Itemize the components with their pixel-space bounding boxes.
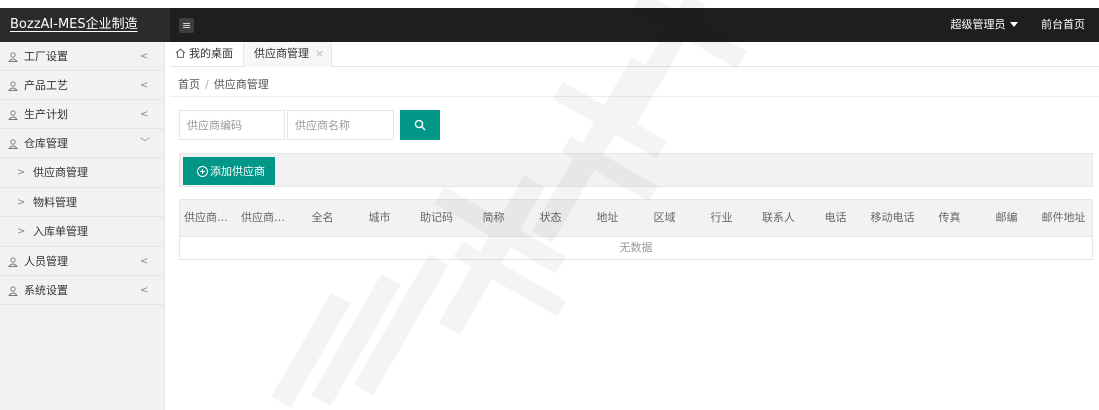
chevron-left-icon: < <box>140 80 149 91</box>
user-icon <box>8 52 18 62</box>
column-header-address[interactable]: 地址 <box>579 200 636 236</box>
chevron-left-icon: < <box>140 284 149 296</box>
close-icon[interactable]: × <box>315 47 324 60</box>
search-icon <box>414 119 426 131</box>
breadcrumb-separator: / <box>205 78 209 91</box>
column-header-region[interactable]: 区域 <box>636 200 693 236</box>
sidebar-item-supplier[interactable]: > 供应商管理 <box>0 158 164 188</box>
search-button[interactable] <box>400 110 440 140</box>
column-header-supplier-code[interactable]: 供应商编码 <box>180 200 237 236</box>
column-header-status[interactable]: 状态 <box>522 200 579 236</box>
column-header-fax[interactable]: 传真 <box>921 200 978 236</box>
column-header-industry[interactable]: 行业 <box>693 200 750 236</box>
top-bar: BozzAI-MES企业制造 超级管理员 前台首页 <box>0 8 1099 42</box>
column-header-postcode[interactable]: 邮编 <box>978 200 1035 236</box>
chevron-left-icon: < <box>140 255 149 267</box>
column-header-phone[interactable]: 电话 <box>807 200 864 236</box>
column-header-contact[interactable]: 联系人 <box>750 200 807 236</box>
user-icon <box>8 81 18 91</box>
supplier-name-input[interactable] <box>287 110 394 140</box>
front-page-link[interactable]: 前台首页 <box>1041 18 1085 31</box>
sidebar-item-factory[interactable]: 工厂设置 < <box>0 42 164 71</box>
sidebar-item-process[interactable]: 产品工艺 < <box>0 71 164 100</box>
add-circle-icon <box>197 166 208 177</box>
sidebar-item-staff[interactable]: 人员管理 < <box>0 247 164 276</box>
table-toolbar: 添加供应商 <box>179 153 1093 187</box>
sidebar-item-material[interactable]: > 物料管理 <box>0 188 164 217</box>
breadcrumb-current: 供应商管理 <box>213 78 269 91</box>
add-supplier-button[interactable]: 添加供应商 <box>183 157 275 185</box>
tab-supplier[interactable]: 供应商管理 × <box>243 42 332 67</box>
user-icon <box>8 285 18 296</box>
sidebar-item-inbound[interactable]: > 入库单管理 <box>0 217 164 247</box>
column-header-mnemonic[interactable]: 助记码 <box>408 200 465 236</box>
app-title[interactable]: BozzAI-MES企业制造 <box>0 8 170 42</box>
tab-home[interactable]: 我的桌面 <box>170 42 242 67</box>
top-right-menu: 超级管理员 前台首页 <box>951 8 1086 42</box>
chevron-left-icon: < <box>140 51 149 62</box>
sidebar-item-system[interactable]: 系统设置 < <box>0 276 164 305</box>
menu-toggle-icon[interactable] <box>179 18 194 33</box>
user-icon <box>8 256 18 267</box>
column-header-email[interactable]: 邮件地址 <box>1035 200 1092 236</box>
column-header-mobile[interactable]: 移动电话 <box>864 200 921 236</box>
home-icon <box>175 48 186 58</box>
sidebar: 工厂设置 < 产品工艺 < 生产计划 < 仓库管理 ﹀ > 供应商管理 > 物料… <box>0 42 165 410</box>
chevron-right-icon: > <box>17 167 26 178</box>
column-header-supplier-name[interactable]: 供应商名称 <box>237 200 294 236</box>
empty-state: 无数据 <box>619 241 653 254</box>
user-menu[interactable]: 超级管理员 <box>951 18 1018 31</box>
chevron-right-icon: > <box>17 196 26 208</box>
user-icon <box>8 110 18 120</box>
column-header-short-name[interactable]: 简称 <box>465 200 522 236</box>
tab-bar: 我的桌面 供应商管理 × <box>170 42 1099 67</box>
user-icon <box>8 139 18 149</box>
divider <box>170 96 1099 97</box>
chevron-down-icon: ﹀ <box>140 138 150 149</box>
sidebar-item-plan[interactable]: 生产计划 < <box>0 100 164 129</box>
breadcrumb-home[interactable]: 首页 <box>178 78 200 91</box>
sidebar-item-warehouse[interactable]: 仓库管理 ﹀ <box>0 129 164 158</box>
breadcrumb: 首页 / 供应商管理 <box>178 76 269 92</box>
supplier-table: 供应商编码 供应商名称 全名 城市 助记码 简称 状态 地址 区域 行业 联系人… <box>179 199 1093 260</box>
column-header-full-name[interactable]: 全名 <box>294 200 351 236</box>
chevron-right-icon: > <box>17 226 26 237</box>
column-header-city[interactable]: 城市 <box>351 200 408 236</box>
supplier-code-input[interactable] <box>179 110 285 140</box>
caret-down-icon <box>1009 21 1018 27</box>
chevron-left-icon: < <box>140 109 149 120</box>
table-header: 供应商编码 供应商名称 全名 城市 助记码 简称 状态 地址 区域 行业 联系人… <box>180 200 1092 237</box>
